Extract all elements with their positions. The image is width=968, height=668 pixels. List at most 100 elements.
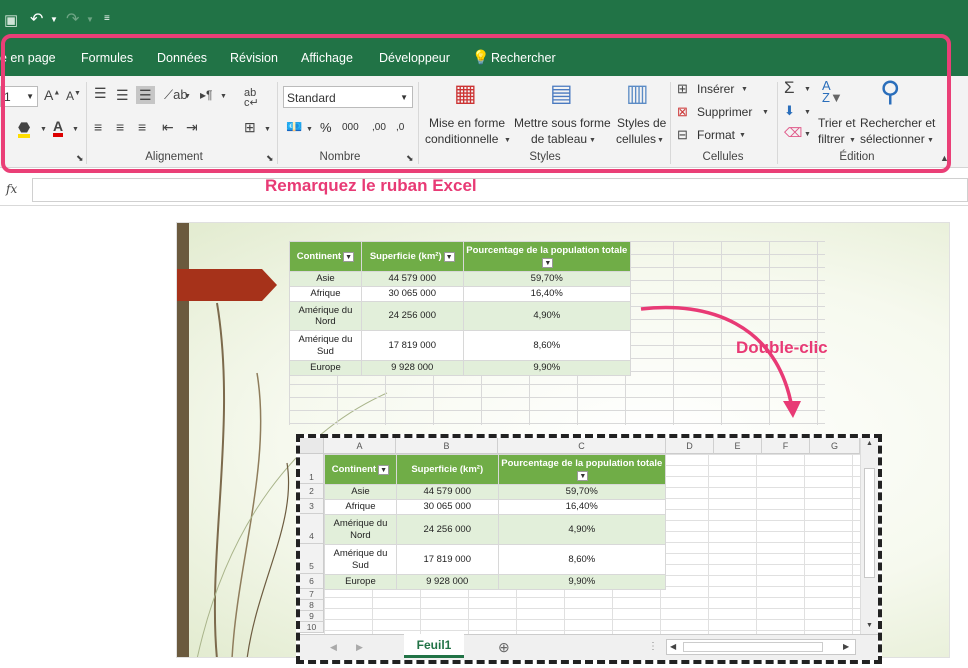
increase-decimal-button[interactable]: ,00: [372, 122, 386, 133]
dialog-launcher-icon[interactable]: ⬊: [406, 154, 414, 163]
scroll-right-icon[interactable]: ▶: [843, 643, 849, 651]
tab-page-layout[interactable]: e en page: [0, 51, 56, 65]
number-format-select[interactable]: Standard ▼: [283, 86, 413, 108]
increase-font-icon[interactable]: A▲: [44, 88, 60, 102]
next-sheet-icon[interactable]: ▶: [356, 643, 363, 652]
undo-dropdown-icon[interactable]: ▼: [50, 16, 58, 24]
chevron-down-icon[interactable]: ▼: [306, 126, 313, 133]
column-header-c[interactable]: C: [498, 438, 666, 454]
column-header-e[interactable]: E: [714, 438, 762, 454]
chevron-down-icon[interactable]: ▼: [804, 86, 811, 93]
cell[interactable]: 59,70%: [497, 484, 667, 500]
column-header-b[interactable]: B: [396, 438, 498, 454]
currency-format-icon[interactable]: 💶: [286, 120, 302, 133]
select-all-corner[interactable]: [300, 438, 324, 454]
cell[interactable]: Asie: [324, 484, 397, 500]
find-select-label-2[interactable]: sélectionner: [860, 132, 925, 146]
embedded-table[interactable]: Continent ▼ Superficie (km²) Pourcentage …: [324, 454, 667, 590]
align-right-icon[interactable]: ≡: [138, 120, 146, 134]
table-row[interactable]: Afrique 30 065 000 16,40%: [324, 499, 667, 515]
header-cell[interactable]: Continent ▼: [324, 454, 397, 485]
customize-toolbar-icon[interactable]: ≡: [104, 14, 110, 24]
cell[interactable]: 4,90%: [497, 514, 667, 545]
fill-color-icon[interactable]: ⬣: [18, 120, 31, 138]
redo-icon[interactable]: ↷: [66, 12, 79, 28]
row-header[interactable]: 1: [300, 454, 324, 484]
collapse-ribbon-icon[interactable]: ▲: [940, 154, 949, 163]
chevron-down-icon[interactable]: ▼: [762, 109, 769, 116]
scroll-left-icon[interactable]: ◀: [670, 643, 676, 651]
cell[interactable]: 17 819 000: [395, 544, 499, 575]
tab-splitter-icon[interactable]: ⋮: [648, 642, 658, 652]
delete-cells-icon[interactable]: ⊠: [677, 105, 688, 118]
cell-styles-label-2[interactable]: cellules: [616, 132, 656, 146]
formula-input[interactable]: [32, 178, 968, 202]
font-size-select[interactable]: 1 ▼: [0, 86, 38, 107]
conditional-format-label-2[interactable]: conditionnelle: [425, 132, 498, 146]
cell[interactable]: Europe: [324, 574, 397, 590]
table-format-label-1[interactable]: Mettre sous forme: [514, 116, 611, 130]
eraser-icon[interactable]: ⌫: [784, 126, 802, 139]
embedded-workbook[interactable]: A B C D E F G 1 2 3 4 5 6 7 8 9 10 Conti…: [296, 434, 882, 664]
row-header[interactable]: 10: [300, 622, 324, 633]
align-middle-icon[interactable]: ☰: [116, 88, 129, 102]
filter-button[interactable]: ▼: [378, 465, 390, 476]
indent-icon[interactable]: ▸¶: [200, 89, 212, 101]
insert-cells-button[interactable]: Insérer: [697, 82, 734, 96]
add-sheet-icon[interactable]: ⊕: [498, 640, 510, 654]
autosum-icon[interactable]: Σ: [784, 79, 795, 96]
column-header-g[interactable]: G: [810, 438, 860, 454]
align-center-icon[interactable]: ≡: [116, 120, 124, 134]
font-color-icon[interactable]: A: [53, 119, 64, 137]
chevron-down-icon[interactable]: ▼: [220, 93, 227, 100]
cell[interactable]: 9 928 000: [395, 574, 499, 590]
sort-filter-label-1[interactable]: Trier et: [818, 116, 856, 130]
chevron-down-icon[interactable]: ▼: [927, 137, 934, 144]
redo-dropdown-icon[interactable]: ▼: [86, 16, 94, 24]
table-row[interactable]: Europe 9 928 000 9,90%: [324, 574, 667, 590]
table-row[interactable]: Amérique du Sud 17 819 000 8,60%: [324, 544, 667, 575]
format-cells-icon[interactable]: ⊟: [677, 128, 688, 141]
chevron-down-icon[interactable]: ▼: [504, 137, 511, 144]
format-cells-button[interactable]: Format: [697, 128, 735, 142]
cell[interactable]: Amérique du Sud: [324, 544, 397, 575]
chevron-down-icon[interactable]: ▼: [40, 126, 47, 133]
row-header[interactable]: 9: [300, 611, 324, 622]
vertical-scrollbar[interactable]: ▲ ▼: [860, 438, 878, 634]
row-header[interactable]: 4: [300, 514, 324, 544]
chevron-down-icon[interactable]: ▼: [657, 137, 664, 144]
horizontal-scrollbar[interactable]: ◀ ▶: [666, 639, 856, 655]
cell-styles-label-1[interactable]: Styles de: [617, 116, 666, 130]
scroll-thumb[interactable]: [864, 468, 875, 578]
table-row[interactable]: Amérique du Nord 24 256 000 4,90%: [324, 514, 667, 545]
row-header[interactable]: 2: [300, 484, 324, 499]
decrease-decimal-button[interactable]: ,0: [396, 122, 404, 133]
tell-me-search[interactable]: Rechercher: [491, 51, 556, 65]
cell[interactable]: Amérique du Nord: [324, 514, 397, 545]
column-header-f[interactable]: F: [762, 438, 810, 454]
chevron-down-icon[interactable]: ▼: [741, 86, 748, 93]
column-header-a[interactable]: A: [324, 438, 396, 454]
dialog-launcher-icon[interactable]: ⬊: [266, 154, 274, 163]
sheet-tab-feuil1[interactable]: Feuil1: [404, 634, 464, 658]
row-header[interactable]: 7: [300, 589, 324, 600]
align-bottom-icon[interactable]: ☰: [136, 86, 155, 104]
chevron-down-icon[interactable]: ▼: [849, 137, 856, 144]
align-top-icon[interactable]: ☰: [94, 86, 107, 100]
chevron-down-icon[interactable]: ▼: [739, 132, 746, 139]
row-header[interactable]: 3: [300, 499, 324, 514]
decrease-font-icon[interactable]: A▼: [66, 90, 81, 102]
chevron-down-icon[interactable]: ▼: [184, 93, 191, 100]
delete-cells-button[interactable]: Supprimer: [697, 105, 752, 119]
wrap-text-icon[interactable]: ab c↵: [244, 88, 259, 109]
chevron-down-icon[interactable]: ▼: [72, 126, 79, 133]
table-row[interactable]: Asie 44 579 000 59,70%: [324, 484, 667, 500]
align-left-icon[interactable]: ≡: [94, 120, 102, 134]
cell[interactable]: Afrique: [324, 499, 397, 515]
column-header-d[interactable]: D: [666, 438, 714, 454]
tab-review[interactable]: Révision: [230, 51, 278, 65]
cell[interactable]: 30 065 000: [395, 499, 499, 515]
sort-filter-label-2[interactable]: filtrer: [818, 132, 845, 146]
cell[interactable]: 8,60%: [497, 544, 667, 575]
save-icon[interactable]: ▣: [4, 13, 18, 28]
